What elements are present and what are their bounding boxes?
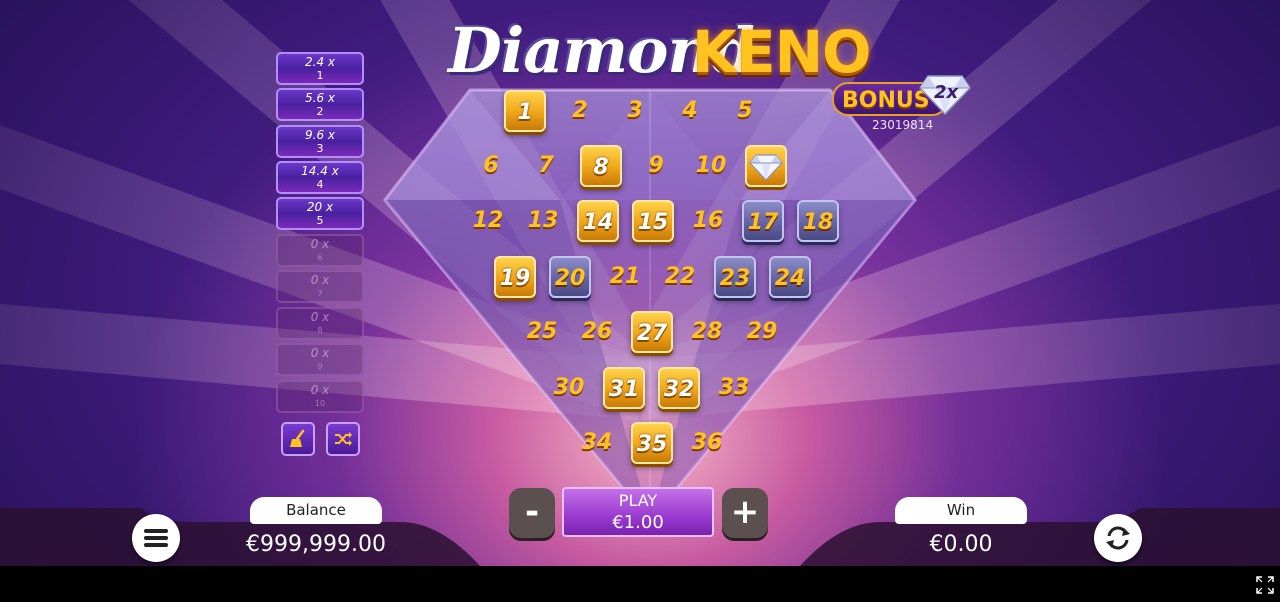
win-label: Win	[895, 497, 1027, 524]
keno-cell[interactable]: 31	[603, 367, 645, 409]
keno-cell[interactable]: 5	[724, 90, 766, 132]
fullscreen-icon[interactable]	[1256, 576, 1274, 594]
keno-cell[interactable]: 18	[797, 200, 839, 242]
paytable-hits: 2	[316, 105, 324, 118]
autoplay-button[interactable]	[1094, 514, 1142, 562]
balance-value: €999,999.00	[246, 532, 386, 557]
keno-cell[interactable]: 21	[604, 256, 646, 298]
paytable-multiplier: 14.4 x	[301, 164, 339, 178]
paytable-hits: 10	[314, 399, 326, 408]
increase-bet-button[interactable]: +	[722, 488, 768, 538]
paytable-row: 0 x9	[276, 343, 364, 376]
paytable-hits: 3	[316, 142, 324, 155]
game-stage: Diamond KENO BONUS 2x 23019814 2.4 x 1 5.6…	[0, 0, 1280, 566]
bonus-multiplier: 2x	[934, 82, 959, 103]
keno-cell[interactable]: 25	[521, 311, 563, 353]
keno-cell[interactable]: 29	[741, 311, 783, 353]
paytable-row: 5.6 x2	[276, 88, 364, 121]
play-label: PLAY	[618, 491, 658, 510]
bonus-badge: BONUS 2x	[832, 75, 972, 116]
keno-cell[interactable]: 7	[525, 145, 567, 187]
bet-amount: €1.00	[612, 512, 664, 533]
paytable-multiplier: 20 x	[306, 200, 334, 214]
paytable-row: 14.4 x4	[276, 161, 364, 194]
paytable-hits: 9	[317, 362, 323, 371]
menu-button[interactable]	[132, 514, 180, 562]
shuffle-icon	[335, 432, 352, 446]
paytable-row: 0 x6	[276, 234, 364, 267]
paytable-hits: 1	[316, 69, 324, 82]
paytable-row: 0 x8	[276, 307, 364, 340]
keno-cell[interactable]: 26	[576, 311, 618, 353]
broom-icon	[290, 429, 305, 447]
keno-cell[interactable]: 12	[467, 200, 509, 242]
diamond-icon	[749, 154, 783, 181]
keno-cell[interactable]: 20	[549, 256, 591, 298]
random-pick-button[interactable]	[326, 422, 360, 456]
paytable-multiplier: 0 x	[310, 237, 330, 251]
keno-cell[interactable]: 35	[631, 422, 673, 464]
keno-cell[interactable]: 28	[686, 311, 728, 353]
paytable-row: 0 x 10	[276, 380, 364, 413]
title-keno: KENO	[692, 18, 871, 86]
bonus-label: BONUS	[842, 88, 930, 113]
keno-cell[interactable]: 19	[494, 256, 536, 298]
paytable-row: 9.6 x3	[276, 125, 364, 158]
keno-cell[interactable]: 16	[687, 200, 729, 242]
autoplay-icon	[1106, 526, 1130, 550]
keno-cell[interactable]: 2	[559, 90, 601, 132]
keno-cell[interactable]: 13	[522, 200, 564, 242]
paytable-multiplier: 5.6 x	[305, 91, 335, 105]
keno-cell[interactable]: 4	[669, 90, 711, 132]
keno-cell[interactable]: 15	[632, 200, 674, 242]
keno-cell[interactable]: 36	[686, 422, 728, 464]
keno-cell[interactable]: 6	[470, 145, 512, 187]
keno-cell[interactable]: 24	[769, 256, 811, 298]
paytable-multiplier: 0 x	[310, 273, 330, 287]
paytable-hits: 6	[317, 253, 323, 262]
keno-cell[interactable]: 8	[580, 145, 622, 187]
clear-button[interactable]	[281, 422, 315, 456]
keno-cell[interactable]: 23	[714, 256, 756, 298]
paytable-hits: 7	[317, 289, 323, 298]
paytable-multiplier: 0 x	[310, 346, 330, 360]
keno-cell[interactable]: 3	[614, 90, 656, 132]
balance-label: Balance	[250, 497, 382, 524]
win-value: €0.00	[929, 532, 993, 557]
round-id: 23019814	[872, 118, 934, 132]
keno-cell[interactable]: 32	[658, 367, 700, 409]
paytable-multiplier: 2.4 x	[305, 55, 335, 69]
play-button[interactable]: PLAY €1.00	[562, 487, 714, 537]
keno-cell[interactable]: 10	[690, 145, 732, 187]
menu-icon	[144, 529, 168, 547]
paytable-row: 2.4 x1	[276, 52, 364, 85]
keno-cell[interactable]: 22	[659, 256, 701, 298]
keno-cell[interactable]: 9	[635, 145, 677, 187]
paytable-row: 20 x5	[276, 197, 364, 230]
bottom-bar	[0, 566, 1280, 602]
keno-cell-diamond[interactable]	[745, 145, 787, 187]
keno-cell[interactable]: 34	[576, 422, 618, 464]
keno-cell[interactable]: 27	[631, 311, 673, 353]
paytable-row: 0 x7	[276, 270, 364, 303]
paytable-hits: 5	[316, 214, 324, 227]
keno-cell[interactable]: 14	[577, 200, 619, 242]
keno-cell[interactable]: 1	[504, 90, 546, 132]
paytable-hits: 4	[316, 178, 324, 191]
paytable-multiplier: 0 x	[310, 310, 330, 324]
paytable-hits: 8	[317, 326, 323, 335]
paytable-multiplier: 0 x	[310, 383, 330, 397]
keno-cell[interactable]: 30	[548, 367, 590, 409]
decrease-bet-button[interactable]: -	[509, 488, 555, 538]
keno-cell[interactable]: 17	[742, 200, 784, 242]
paytable-multiplier: 9.6 x	[305, 128, 335, 142]
keno-cell[interactable]: 33	[713, 367, 755, 409]
